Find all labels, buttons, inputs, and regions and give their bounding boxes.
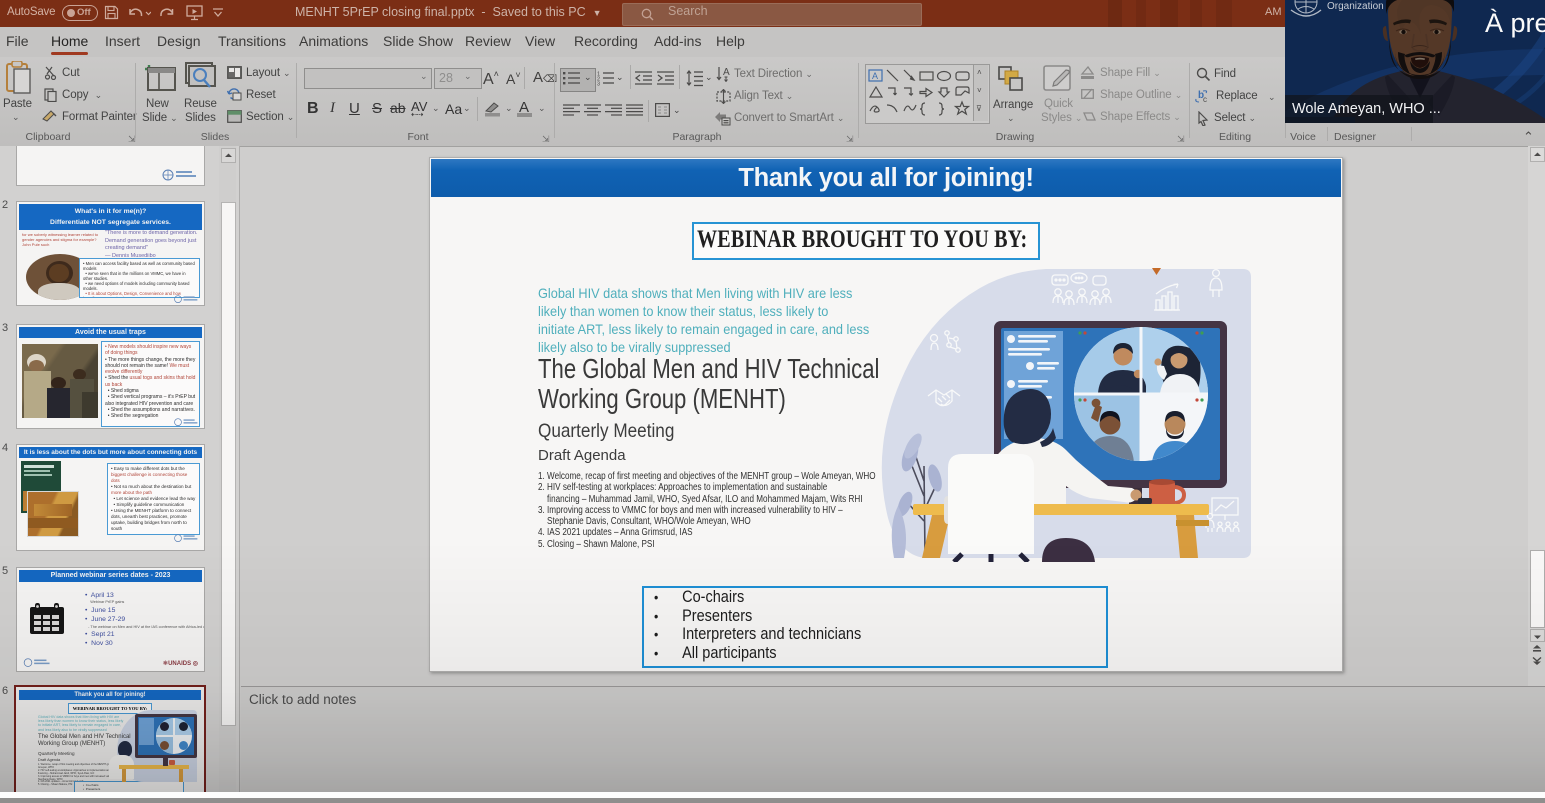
svg-text:A: A xyxy=(723,67,730,78)
svg-text:3: 3 xyxy=(597,82,600,87)
svg-text:Organization: Organization xyxy=(1327,1,1384,12)
svg-text:Wole Ameyan, WHO ...: Wole Ameyan, WHO ... xyxy=(1292,101,1441,117)
svg-text:A: A xyxy=(872,71,878,81)
svg-text:À pre: À pre xyxy=(1485,8,1545,38)
svg-text:c: c xyxy=(1203,95,1207,104)
